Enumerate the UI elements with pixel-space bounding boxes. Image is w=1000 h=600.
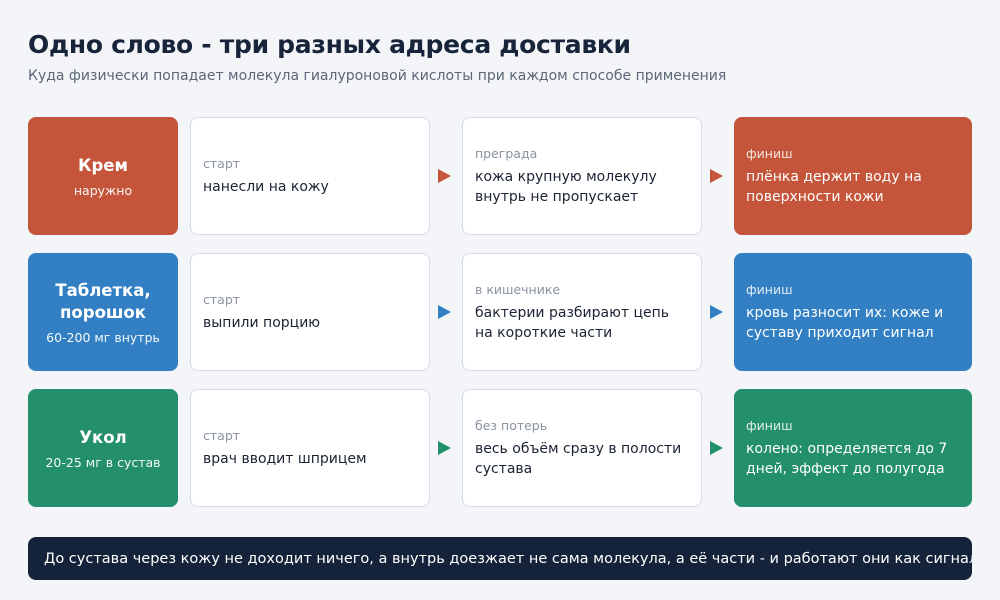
step-text: весь объём сразу в полости сустава bbox=[475, 440, 682, 477]
step-card-middle: без потерь весь объём сразу в полости су… bbox=[462, 389, 702, 507]
step-caption: старт bbox=[203, 427, 241, 443]
arrow-right-icon bbox=[710, 305, 723, 319]
step-caption: старт bbox=[203, 291, 241, 307]
arrow-right-icon bbox=[710, 441, 723, 455]
step-text: врач вводит шприцем bbox=[203, 450, 367, 467]
method-label: Укол 20-25 мг в сустав bbox=[28, 389, 178, 507]
step-caption: преграда bbox=[475, 145, 538, 161]
page-title: Одно слово - три разных адреса доставки bbox=[28, 30, 631, 59]
method-row-injection: Укол 20-25 мг в сустав старт врач вводит… bbox=[28, 389, 972, 507]
step-caption: финиш bbox=[746, 145, 793, 161]
method-row-tablet: Таблетка, порошок 60-200 мг внутрь старт… bbox=[28, 253, 972, 371]
summary-text: До сустава через кожу не доходит ничего,… bbox=[44, 550, 972, 567]
step-card-start: старт выпили порцию bbox=[190, 253, 430, 371]
method-note: наружно bbox=[73, 182, 133, 198]
step-card-start: старт нанесли на кожу bbox=[190, 117, 430, 235]
arrow-right-icon bbox=[438, 305, 451, 319]
summary-banner: До сустава через кожу не доходит ничего,… bbox=[28, 537, 972, 580]
step-text: бактерии разбирают цепь на короткие част… bbox=[475, 304, 670, 341]
step-caption: без потерь bbox=[475, 417, 548, 433]
method-label: Таблетка, порошок 60-200 мг внутрь bbox=[28, 253, 178, 371]
step-card-middle: в кишечнике бактерии разбирают цепь на к… bbox=[462, 253, 702, 371]
step-text: нанесли на кожу bbox=[203, 178, 329, 195]
step-card-finish: финиш колено: определяется до 7 дней, эф… bbox=[734, 389, 972, 507]
method-note: 20-25 мг в сустав bbox=[45, 454, 161, 470]
step-text: колено: определяется до 7 дней, эффект д… bbox=[746, 440, 948, 477]
arrow-right-icon bbox=[710, 169, 723, 183]
step-caption: в кишечнике bbox=[475, 281, 561, 297]
step-card-middle: преграда кожа крупную молекулу внутрь не… bbox=[462, 117, 702, 235]
method-note: 60-200 мг внутрь bbox=[46, 329, 160, 345]
step-card-finish: финиш плёнка держит воду на поверхности … bbox=[734, 117, 972, 235]
method-name: Крем bbox=[78, 155, 128, 175]
method-name: Укол bbox=[79, 427, 127, 447]
step-caption: финиш bbox=[746, 417, 793, 433]
step-caption: финиш bbox=[746, 281, 793, 297]
step-text: плёнка держит воду на поверхности кожи bbox=[746, 168, 922, 205]
arrow-right-icon bbox=[438, 169, 451, 183]
step-card-finish: финиш кровь разносит их: коже и суставу … bbox=[734, 253, 972, 371]
method-label: Крем наружно bbox=[28, 117, 178, 235]
method-name: Таблетка, порошок bbox=[55, 280, 151, 322]
step-text: кровь разносит их: коже и суставу приход… bbox=[746, 304, 944, 341]
step-text: кожа крупную молекулу внутрь не пропуска… bbox=[475, 168, 657, 205]
page-subtitle: Куда физически попадает молекула гиалуро… bbox=[28, 68, 727, 84]
method-row-cream: Крем наружно старт нанесли на кожу прегр… bbox=[28, 117, 972, 235]
step-caption: старт bbox=[203, 155, 241, 171]
arrow-right-icon bbox=[438, 441, 451, 455]
step-card-start: старт врач вводит шприцем bbox=[190, 389, 430, 507]
step-text: выпили порцию bbox=[203, 314, 321, 331]
